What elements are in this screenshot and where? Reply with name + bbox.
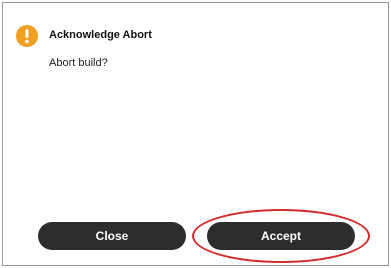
abort-dialog: Acknowledge Abort Abort build? Close Acc… [2, 2, 389, 266]
accept-button-label: Accept [260, 229, 301, 243]
close-button[interactable]: Close [38, 222, 186, 250]
close-button-label: Close [95, 229, 129, 243]
dialog-message: Abort build? [49, 57, 108, 69]
dialog-title: Acknowledge Abort [49, 29, 152, 41]
accept-button[interactable]: Accept [207, 222, 355, 250]
warning-icon [16, 25, 38, 47]
